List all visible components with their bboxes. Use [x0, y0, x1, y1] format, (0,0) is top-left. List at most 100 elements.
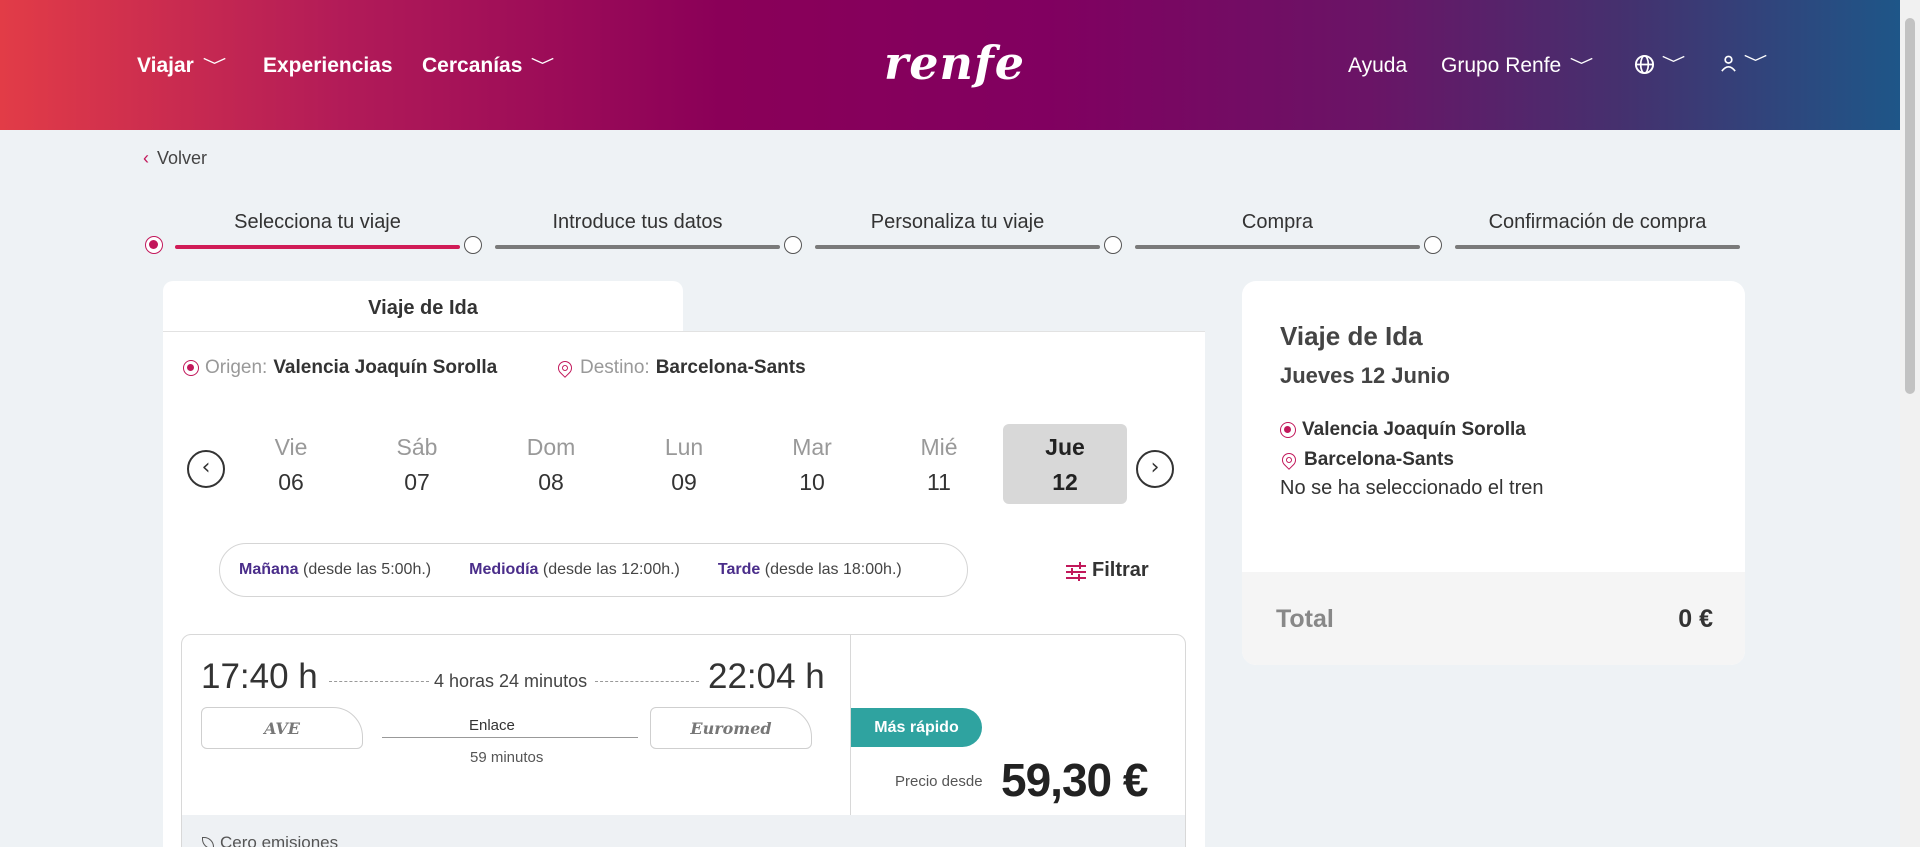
step-3-indicator	[784, 236, 802, 254]
nav-ayuda-label: Ayuda	[1348, 54, 1408, 77]
euromed-brand-logo: Euromed	[650, 707, 812, 749]
chevron-down-icon: ﹀	[202, 56, 227, 76]
nav-viajar-label: Viajar	[137, 54, 194, 77]
step-5-line	[1455, 245, 1740, 249]
date-option[interactable]: Sáb 07	[355, 424, 479, 504]
filter-manana[interactable]: Mañana (desde las 5:00h.)	[239, 561, 431, 579]
ave-brand-logo: AVE	[201, 707, 363, 749]
nav-cercanias-label: Cercanías	[422, 54, 523, 77]
duration-dash-right	[595, 681, 699, 682]
globe-icon	[1634, 54, 1655, 75]
step-4-line	[1135, 245, 1420, 249]
step-2-label: Introduce tus datos	[552, 211, 723, 233]
origin-icon	[183, 360, 199, 376]
departure-time: 17:40 h	[201, 657, 318, 696]
back-link[interactable]: ‹ Volver	[143, 148, 207, 169]
time-of-day-filter: Mañana (desde las 5:00h.) Mediodía (desd…	[219, 543, 968, 597]
nav-grupo-renfe[interactable]: Grupo Renfe ﹀	[1441, 54, 1594, 78]
destination-value: Barcelona-Sants	[655, 357, 806, 378]
filter-mediodia[interactable]: Mediodía (desde las 12:00h.)	[469, 561, 680, 579]
day-name: Mié	[920, 434, 958, 460]
step-1-line	[175, 245, 460, 249]
no-train-selected-text: No se ha seleccionado el tren	[1280, 477, 1544, 499]
fastest-badge: Más rápido	[851, 708, 982, 747]
day-number: 08	[538, 469, 564, 495]
nav-ayuda[interactable]: Ayuda	[1348, 54, 1407, 78]
filter-button-label: Filtrar	[1092, 559, 1149, 581]
nav-experiencias-label: Experiencias	[263, 54, 393, 77]
route-destination: Destino: Barcelona-Sants	[555, 357, 806, 379]
emissions-info: Cero emisiones	[202, 833, 338, 847]
summary-origin-value: Valencia Joaquín Sorolla	[1302, 419, 1526, 440]
filter-manana-label: Mañana	[239, 561, 299, 578]
origin-icon	[1280, 422, 1296, 438]
origin-value: Valencia Joaquín Sorolla	[273, 357, 498, 378]
duration-dash-left	[329, 681, 429, 682]
step-5-label: Confirmación de compra	[1488, 211, 1707, 233]
route-origin: Origen: Valencia Joaquín Sorolla	[183, 357, 497, 379]
step-2-line	[495, 245, 780, 249]
summary-origin: Valencia Joaquín Sorolla	[1280, 419, 1526, 441]
trip-duration: 4 horas 24 minutos	[434, 671, 588, 691]
tab-viaje-de-ida[interactable]: Viaje de Ida	[163, 281, 683, 332]
chevron-down-icon: ﹀	[1743, 54, 1768, 73]
summary-date: Jueves 12 Junio	[1280, 363, 1450, 388]
trip-summary-card: Viaje de Ida Jueves 12 Junio Valencia Jo…	[1242, 281, 1745, 665]
chevron-left-icon: ‹	[143, 148, 149, 168]
date-option[interactable]: Mié 11	[877, 424, 1001, 504]
sliders-icon	[1066, 561, 1086, 581]
arrival-time: 22:04 h	[708, 657, 825, 696]
filter-mediodia-label: Mediodía	[469, 561, 539, 578]
date-option[interactable]: Mar 10	[750, 424, 874, 504]
renfe-logo[interactable]: renfe	[884, 36, 1025, 90]
origin-label: Origen:	[205, 357, 268, 378]
day-number: 11	[927, 469, 951, 495]
leaf-icon	[202, 837, 214, 847]
back-label: Volver	[157, 148, 208, 168]
step-3-label: Personaliza tu viaje	[870, 211, 1045, 233]
price-from-label: Precio desde	[895, 773, 983, 790]
date-option[interactable]: Lun 09	[622, 424, 746, 504]
day-number: 10	[799, 469, 825, 495]
filter-button[interactable]: Filtrar	[1066, 559, 1149, 582]
nav-cercanias[interactable]: Cercanías ﹀	[422, 54, 555, 78]
step-4-label: Compra	[1241, 211, 1314, 233]
nav-experiencias[interactable]: Experiencias	[263, 54, 393, 78]
date-option[interactable]: Vie 06	[229, 424, 353, 504]
date-option[interactable]: Dom 08	[489, 424, 613, 504]
emissions-label: Cero emisiones	[220, 833, 339, 847]
day-name: Dom	[526, 434, 576, 460]
chevron-right-icon: ›	[1150, 455, 1160, 480]
filter-tarde-detail: (desde las 18:00h.)	[764, 561, 902, 578]
user-menu[interactable]: ﹀	[1720, 54, 1767, 73]
nav-grupo-renfe-label: Grupo Renfe	[1441, 54, 1562, 77]
filter-mediodia-detail: (desde las 12:00h.)	[542, 561, 680, 578]
filter-tarde[interactable]: Tarde (desde las 18:00h.)	[718, 561, 902, 579]
filter-tarde-label: Tarde	[717, 561, 761, 578]
next-dates-button[interactable]: ›	[1136, 450, 1174, 488]
date-option-selected[interactable]: Jue 12	[1003, 424, 1127, 504]
scrollbar-thumb[interactable]	[1905, 18, 1915, 394]
chevron-down-icon: ﹀	[1569, 56, 1594, 76]
day-number: 09	[671, 469, 697, 495]
summary-destination-value: Barcelona-Sants	[1304, 449, 1454, 470]
day-name: Vie	[274, 434, 308, 460]
step-2-indicator	[464, 236, 482, 254]
train-price: 59,30 €	[1001, 754, 1148, 806]
connection-time: 59 minutos	[470, 749, 544, 766]
step-1-label: Selecciona tu viaje	[234, 211, 401, 233]
summary-title: Viaje de Ida	[1280, 321, 1423, 351]
location-pin-icon	[555, 358, 575, 378]
day-number: 06	[278, 469, 304, 495]
chevron-left-icon: ‹	[201, 455, 211, 480]
filter-manana-detail: (desde las 5:00h.)	[303, 561, 432, 578]
scrollbar[interactable]	[1900, 0, 1920, 847]
day-name: Lun	[664, 434, 704, 460]
chevron-down-icon: ﹀	[531, 56, 555, 76]
total-label: Total	[1276, 605, 1334, 633]
step-1-indicator	[145, 236, 163, 254]
prev-dates-button[interactable]: ‹	[187, 450, 225, 488]
nav-viajar[interactable]: Viajar ﹀	[137, 54, 227, 78]
language-selector[interactable]: ﹀	[1634, 54, 1685, 75]
step-5-indicator	[1424, 236, 1442, 254]
